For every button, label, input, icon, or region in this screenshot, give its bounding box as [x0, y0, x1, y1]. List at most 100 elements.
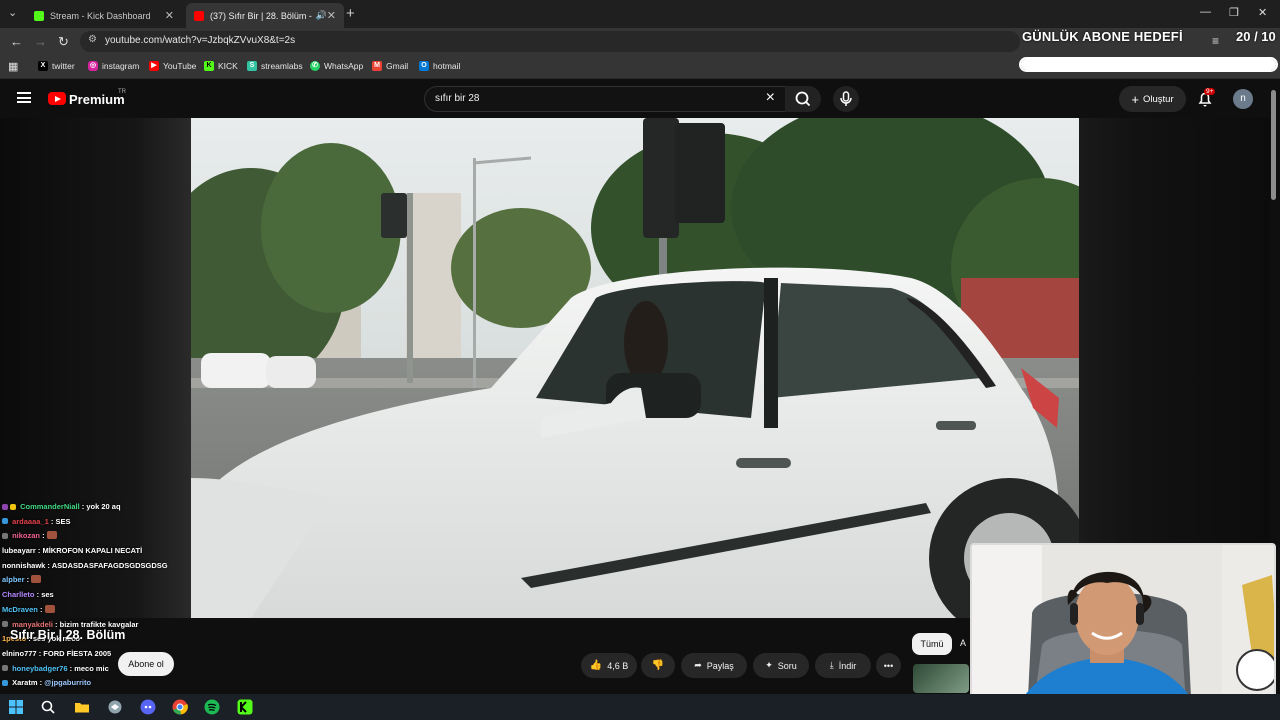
windows-start-icon[interactable]	[8, 699, 24, 715]
clear-search-icon[interactable]: ×	[766, 89, 775, 107]
streamlabs-icon: S	[247, 61, 257, 71]
chat-message: nonnishawk : ASDASDASFAFAGDSGDSGDSG	[2, 560, 168, 570]
kick-icon: K	[204, 61, 214, 71]
filter-chip-all[interactable]: Tümü	[912, 633, 952, 655]
download-button[interactable]: ⤓ İndir	[815, 653, 871, 678]
emote-icon	[31, 575, 42, 584]
emote-icon	[46, 531, 57, 540]
voice-search-button[interactable]	[833, 86, 859, 112]
like-button[interactable]: 👍 4,6 B	[581, 653, 637, 678]
forward-icon[interactable]: →	[34, 34, 47, 49]
chat-message: CommanderNiall : yok 20 aq	[2, 500, 192, 515]
bookmark-streamlabs[interactable]: S streamlabs	[247, 61, 303, 71]
microphone-icon	[840, 91, 852, 106]
kick-favicon-icon	[34, 10, 44, 21]
badge-icon	[2, 518, 8, 525]
tab-youtube-video[interactable]: (37) Sıfır Bir | 28. Bölüm - Yo 🔊 ✕	[186, 3, 344, 28]
badge-icon	[2, 503, 8, 510]
restore-icon[interactable]: ❐	[1229, 6, 1239, 19]
subscriber-goal-title: GÜNLÜK ABONE HEDEFİ	[1022, 29, 1183, 44]
bookmark-gmail[interactable]: M Gmail	[372, 61, 408, 71]
speaker-icon[interactable]: 🔊	[316, 10, 327, 21]
close-tab-icon[interactable]: ✕	[165, 9, 174, 22]
file-explorer-icon[interactable]	[74, 699, 90, 715]
chat-message: lubeayarr : MİKROFON KAPALI NECATİ	[2, 546, 143, 556]
reading-list-icon[interactable]: ≡	[1212, 34, 1219, 48]
dislike-button[interactable]: 👎	[641, 653, 675, 678]
bookmark-whatsapp[interactable]: ✆ WhatsApp	[310, 61, 363, 71]
bookmark-youtube[interactable]: ▶ YouTube	[149, 61, 196, 71]
related-video-thumbnail[interactable]	[913, 664, 969, 693]
menu-icon[interactable]	[17, 92, 31, 103]
region-code: TR	[118, 89, 126, 95]
new-tab-button[interactable]: +	[346, 5, 355, 22]
search-input[interactable]: sıfır bir 28 ×	[424, 86, 786, 112]
chat-message: Xaratm : @jpgaburrito	[2, 676, 192, 691]
search-button[interactable]	[785, 86, 821, 112]
subscriber-goal-count: 20 / 10	[1236, 29, 1276, 44]
back-icon[interactable]: ←	[10, 34, 23, 49]
reload-icon[interactable]: ↻	[58, 34, 69, 50]
badge-icon	[10, 503, 16, 510]
url-text: youtube.com/watch?v=JzbqkZVvuX8&t=2s	[105, 35, 296, 46]
windows-taskbar	[0, 694, 1280, 720]
video-frame	[191, 118, 1079, 618]
more-actions-button[interactable]: •••	[876, 653, 901, 678]
badge-icon	[2, 679, 8, 686]
discord-icon[interactable]	[140, 699, 156, 715]
youtube-icon: ▶	[149, 61, 159, 71]
youtube-favicon-icon	[194, 10, 204, 21]
search-icon[interactable]	[40, 699, 56, 715]
page-scrollbar[interactable]	[1271, 90, 1276, 200]
whatsapp-icon: ✆	[310, 61, 320, 71]
gmail-icon: M	[372, 61, 382, 71]
ask-button[interactable]: ✦ Soru	[753, 653, 809, 678]
subscriber-goal-bar	[1019, 57, 1278, 72]
tab-search-icon[interactable]: ⌄	[8, 6, 17, 19]
close-window-icon[interactable]: ✕	[1258, 6, 1267, 19]
minimize-icon[interactable]: —	[1200, 6, 1211, 18]
subscribe-button[interactable]: Abone ol	[118, 652, 174, 676]
share-icon: ➦	[694, 660, 702, 670]
x-icon: X	[38, 61, 48, 71]
subscriber-goal-fill	[1021, 59, 1276, 70]
youtube-logo-icon[interactable]	[48, 92, 66, 105]
address-bar[interactable]: ⚙ youtube.com/watch?v=JzbqkZVvuX8&t=2s	[80, 31, 1020, 52]
browser-tab-bar: ⌄ Stream - Kick Dashboard ✕ (37) Sıfır B…	[0, 0, 1280, 28]
chat-message: McDraven :	[2, 603, 192, 618]
search-value: sıfır bir 28	[435, 93, 480, 104]
sparkle-icon: ✦	[765, 660, 773, 670]
bookmark-hotmail[interactable]: O hotmail	[419, 61, 460, 71]
site-info-icon[interactable]: ⚙	[88, 34, 97, 45]
share-button[interactable]: ➦ Paylaş	[681, 653, 747, 678]
search-icon	[795, 91, 811, 107]
avatar[interactable]: n	[1233, 89, 1253, 109]
chrome-icon[interactable]	[172, 699, 188, 715]
notifications-badge: 9+	[1204, 88, 1216, 95]
tab-kick-dashboard[interactable]: Stream - Kick Dashboard ✕	[26, 3, 182, 28]
badge-icon	[2, 665, 8, 672]
video-player[interactable]	[191, 118, 1079, 618]
badge-icon	[2, 621, 8, 627]
chat-message: nikozan :	[2, 529, 192, 544]
streamer-webcam	[972, 545, 1274, 714]
thumbs-down-icon: 👎	[651, 660, 665, 671]
spotify-icon[interactable]	[204, 699, 220, 715]
bookmark-twitter[interactable]: X twitter	[38, 61, 75, 71]
youtube-brand[interactable]: Premium	[69, 92, 125, 107]
youtube-header: Premium TR sıfır bir 28 × + Oluştur 9+ n	[0, 80, 1280, 118]
bookmark-instagram[interactable]: ◎ instagram	[88, 61, 139, 71]
app-icon[interactable]	[107, 699, 123, 715]
create-button[interactable]: + Oluştur	[1119, 86, 1186, 112]
apps-grid-icon[interactable]: ▦	[8, 60, 18, 73]
instagram-icon: ◎	[88, 61, 98, 71]
bookmark-kick[interactable]: K KICK	[204, 61, 238, 71]
kick-icon[interactable]	[237, 699, 253, 715]
close-tab-icon[interactable]: ✕	[327, 9, 336, 22]
plus-icon: +	[1131, 91, 1139, 107]
chat-message: Charlleto : ses	[2, 590, 54, 600]
filter-chip-next[interactable]: A	[960, 638, 966, 648]
video-title: Sıfır Bir | 28. Bölüm	[10, 628, 126, 642]
badge-icon	[2, 532, 8, 539]
emote-icon	[44, 604, 55, 613]
